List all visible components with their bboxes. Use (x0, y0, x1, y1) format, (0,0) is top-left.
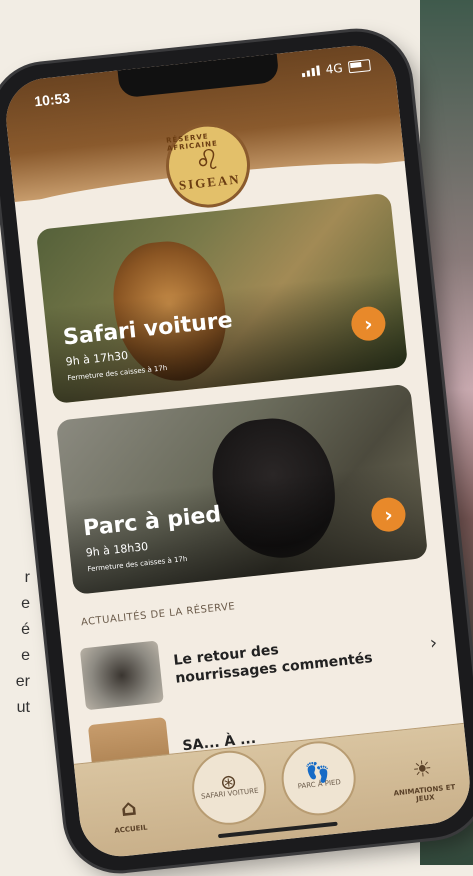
news-title: Le retour des nourrissages commentés (172, 641, 374, 687)
tab-accueil[interactable]: ⌂ ACCUEIL (92, 793, 167, 837)
news-heading: ACTUALITÉS DE LA RÉSERVE (80, 601, 236, 629)
sun-icon: ☀ (411, 756, 434, 784)
phone: 10:53 4G RÉSERVE AFRICAINE ♌ SIGEAN Safa… (0, 26, 473, 876)
background-text-line: er (15, 673, 30, 690)
tab-parc-a-pied[interactable]: 👣 PARC À PIED (277, 737, 360, 820)
hut-icon: ⌂ (119, 795, 138, 823)
background-text-line: e (21, 595, 30, 612)
tab-label: ANIMATIONS ET JEUX (393, 783, 456, 804)
background-text-line: r (24, 569, 30, 586)
card-parc-a-pied[interactable]: Parc à pied 9h à 18h30 Fermeture des cai… (55, 383, 429, 595)
signal-icon (301, 65, 321, 78)
tab-safari-voiture[interactable]: ⊛ SAFARI VOITURE (188, 747, 270, 829)
footprints-icon: 👣 (304, 758, 332, 786)
steering-wheel-icon: ⊛ (218, 768, 239, 795)
battery-icon (347, 59, 372, 74)
tab-label: ACCUEIL (114, 823, 148, 835)
logo-name: SIGEAN (178, 171, 242, 193)
tab-label: PARC À PIED (297, 777, 342, 791)
network-label: 4G (324, 61, 344, 77)
app-screen: 10:53 4G RÉSERVE AFRICAINE ♌ SIGEAN Safa… (2, 41, 473, 861)
news-thumbnail (79, 640, 164, 711)
background-text-line: é (21, 621, 30, 638)
chevron-right-icon: › (428, 631, 439, 654)
background-text-line: ut (16, 699, 30, 716)
card-safari-voiture[interactable]: Safari voiture 9h à 17h30 Fermeture des … (35, 192, 409, 404)
background-text-line: e (21, 647, 30, 664)
tab-label: SAFARI VOITURE (200, 786, 259, 801)
lion-icon: ♌ (193, 142, 222, 178)
tab-animations-jeux[interactable]: ☀ ANIMATIONS ET JEUX (381, 753, 465, 806)
background-text: r e é e er ut (0, 565, 30, 785)
